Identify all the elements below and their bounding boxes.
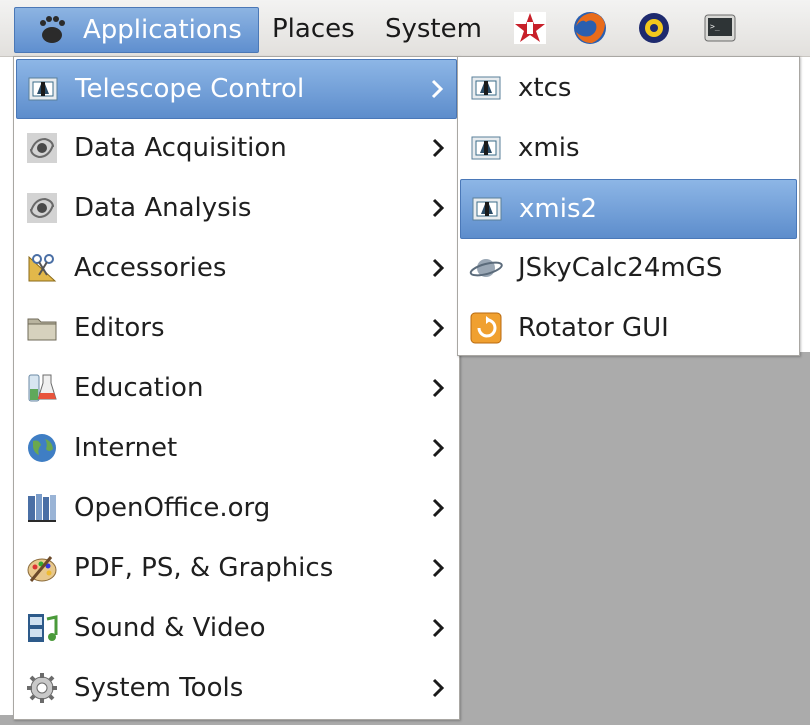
- menu-item-data-acquisition[interactable]: Data Acquisition: [16, 119, 457, 177]
- places-menu[interactable]: Places: [272, 9, 355, 49]
- menu-item-label: Rotator GUI: [518, 313, 669, 343]
- menu-item-label: OpenOffice.org: [74, 493, 271, 523]
- chevron-right-icon: [427, 617, 449, 639]
- desktop-background: [457, 352, 810, 725]
- menu-item-label: Internet: [74, 433, 178, 463]
- palette-icon: [22, 548, 62, 588]
- chevron-right-icon: [427, 137, 449, 159]
- top-panel: Applications Places System >_: [0, 0, 810, 57]
- galaxy-icon: [22, 128, 62, 168]
- chevron-right-icon: [427, 197, 449, 219]
- planet-icon: [466, 248, 506, 288]
- books-icon: [22, 488, 62, 528]
- menu-item-internet[interactable]: Internet: [16, 419, 457, 477]
- submenu-item-xtcs[interactable]: xtcs: [460, 59, 797, 117]
- chevron-right-icon: [427, 377, 449, 399]
- menu-item-label: Education: [74, 373, 204, 403]
- chevron-right-icon: [427, 677, 449, 699]
- menu-item-label: xtcs: [518, 73, 572, 103]
- places-label: Places: [272, 14, 355, 44]
- galaxy-icon: [22, 188, 62, 228]
- menu-item-accessories[interactable]: Accessories: [16, 239, 457, 297]
- svg-text:>_: >_: [710, 22, 720, 31]
- flask-icon: [22, 368, 62, 408]
- app-logo-icon[interactable]: [512, 10, 548, 46]
- menu-item-data-analysis[interactable]: Data Analysis: [16, 179, 457, 237]
- gnome-foot-icon: [35, 13, 69, 47]
- submenu-item-rotator-gui[interactable]: Rotator GUI: [460, 299, 797, 357]
- applications-menu[interactable]: Applications: [14, 7, 259, 53]
- globe-icon: [22, 428, 62, 468]
- menu-item-telescope-control[interactable]: Telescope Control: [16, 59, 457, 119]
- chevron-right-icon: [427, 497, 449, 519]
- menu-item-label: xmis: [518, 133, 580, 163]
- menu-item-label: JSkyCalc24mGS: [518, 253, 723, 283]
- astro-clock-icon[interactable]: [636, 10, 672, 46]
- chevron-right-icon: [427, 437, 449, 459]
- telescope-control-submenu: xtcs xmis xmis2 JSkyCalc24mGS Rotator GUI: [457, 56, 800, 356]
- rotator-icon: [466, 308, 506, 348]
- applications-dropdown: Telescope Control Data Acquisition Data An…: [13, 56, 460, 720]
- menu-item-label: Telescope Control: [75, 74, 305, 104]
- chevron-right-icon: [427, 317, 449, 339]
- menu-item-sound-video[interactable]: Sound & Video: [16, 599, 457, 657]
- menu-item-label: Accessories: [74, 253, 227, 283]
- menu-item-label: Editors: [74, 313, 165, 343]
- menu-item-label: Data Analysis: [74, 193, 252, 223]
- chevron-right-icon: [427, 257, 449, 279]
- menu-item-pdf-ps-graphics[interactable]: PDF, PS, & Graphics: [16, 539, 457, 597]
- menu-item-openoffice-org[interactable]: OpenOffice.org: [16, 479, 457, 537]
- menu-item-education[interactable]: Education: [16, 359, 457, 417]
- telescope-app-icon: [466, 68, 506, 108]
- menu-item-label: System Tools: [74, 673, 244, 703]
- film-music-icon: [22, 608, 62, 648]
- chevron-right-icon: [426, 78, 448, 100]
- terminal-icon[interactable]: >_: [702, 10, 738, 46]
- system-menu[interactable]: System: [385, 9, 482, 49]
- submenu-item-jskycalc24mgs[interactable]: JSkyCalc24mGS: [460, 239, 797, 297]
- chevron-right-icon: [427, 557, 449, 579]
- submenu-item-xmis2[interactable]: xmis2: [460, 179, 797, 239]
- menu-item-system-tools[interactable]: System Tools: [16, 659, 457, 717]
- menu-item-label: PDF, PS, & Graphics: [74, 553, 334, 583]
- firefox-icon[interactable]: [572, 10, 608, 46]
- telescope-app-icon: [23, 69, 63, 109]
- telescope-app-icon: [467, 189, 507, 229]
- menu-item-editors[interactable]: Editors: [16, 299, 457, 357]
- menu-item-label: Sound & Video: [74, 613, 266, 643]
- system-label: System: [385, 14, 482, 44]
- folder-icon: [22, 308, 62, 348]
- scissors-ruler-icon: [22, 248, 62, 288]
- telescope-app-icon: [466, 128, 506, 168]
- menu-item-label: xmis2: [519, 194, 598, 224]
- menu-item-label: Data Acquisition: [74, 133, 287, 163]
- applications-label: Applications: [83, 15, 242, 45]
- submenu-item-xmis[interactable]: xmis: [460, 119, 797, 177]
- gear-icon: [22, 668, 62, 708]
